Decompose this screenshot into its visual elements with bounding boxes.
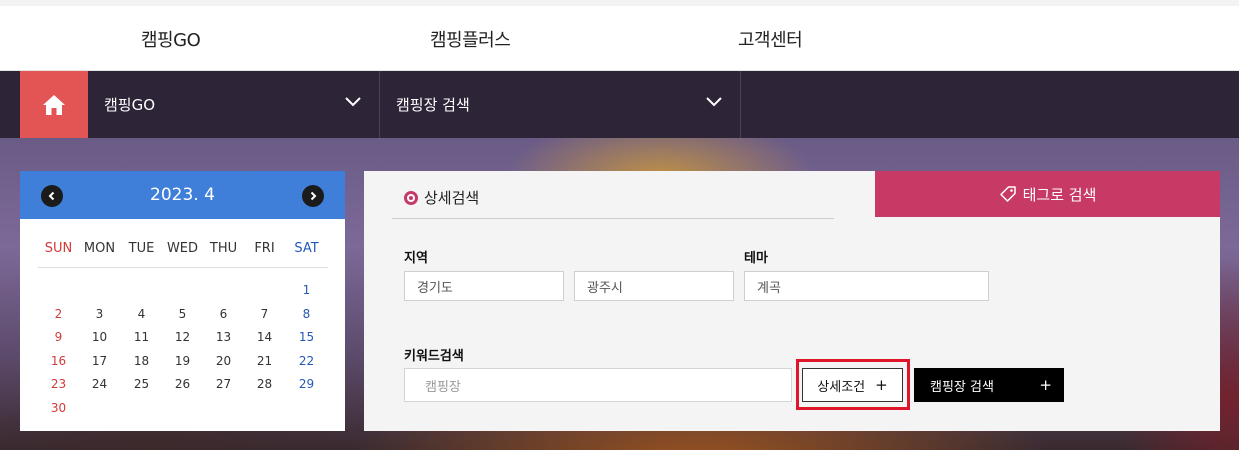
weekday-header: SUN [44, 241, 73, 256]
calendar-day[interactable]: 7 [244, 307, 285, 321]
calendar-day[interactable]: 29 [286, 377, 327, 391]
calendar-day[interactable]: 15 [286, 330, 327, 344]
calendar-day[interactable]: 1 [286, 283, 327, 297]
calendar-day[interactable]: 23 [38, 377, 79, 391]
location-dropdown-1[interactable]: 캠핑GO [88, 71, 380, 138]
theme-label: 테마 [744, 251, 768, 266]
calendar-day[interactable]: 16 [38, 354, 79, 368]
calendar-day[interactable]: 4 [121, 307, 162, 321]
weekday-header: SAT [294, 241, 319, 256]
calendar-day[interactable]: 19 [162, 354, 203, 368]
chevron-down-icon [345, 97, 361, 107]
tab-detail-search[interactable]: 상세검색 [404, 187, 479, 208]
calendar-next-button[interactable] [302, 185, 324, 207]
weekday-header: MON [83, 241, 116, 256]
calendar-day[interactable]: 27 [203, 377, 244, 391]
location-dropdown-2[interactable]: 캠핑장 검색 [380, 71, 741, 138]
tab-tag-search[interactable]: 태그로 검색 [875, 171, 1220, 217]
calendar-day[interactable]: 26 [162, 377, 203, 391]
keyword-label: 키워드검색 [404, 349, 464, 364]
location-dropdown-1-label: 캠핑GO [104, 96, 156, 114]
radio-icon [404, 190, 418, 205]
weekday-header: TUE [128, 241, 155, 256]
top-nav: 캠핑GO 캠핑플러스 고객센터 [0, 0, 1239, 71]
camping-search-label: 캠핑장 검색 [930, 379, 994, 395]
calendar-day[interactable]: 24 [79, 377, 120, 391]
search-panel: 상세검색 태그로 검색 지역 경기도 광주시 테마 계곡 키워드검색 캠핑장 상… [364, 171, 1220, 431]
calendar-day[interactable]: 17 [79, 354, 120, 368]
calendar: 2023. 4 SUN MON TUE WED THU FRI SAT 1 2 3 4 5 6 7 8 9 10… [20, 171, 345, 431]
calendar-divider [38, 267, 328, 268]
home-icon [43, 94, 65, 115]
calendar-day[interactable]: 8 [286, 307, 327, 321]
weekday-header: THU [209, 241, 238, 256]
calendar-day[interactable]: 14 [244, 330, 285, 344]
region-province-select[interactable]: 경기도 [404, 271, 564, 301]
chevron-down-icon [706, 97, 722, 107]
camping-search-button[interactable]: 캠핑장 검색 + [914, 368, 1064, 402]
top-nav-camping-go[interactable]: 캠핑GO [141, 26, 201, 52]
calendar-day[interactable]: 2 [38, 307, 79, 321]
top-nav-customer-center[interactable]: 고객센터 [738, 26, 803, 52]
location-dropdown-2-label: 캠핑장 검색 [396, 96, 470, 114]
region-city-select[interactable]: 광주시 [574, 271, 734, 301]
calendar-day[interactable]: 30 [38, 401, 79, 415]
tab-tag-search-label: 태그로 검색 [1022, 185, 1097, 204]
calendar-title: 2023. 4 [150, 185, 215, 205]
plus-icon: + [1039, 376, 1052, 394]
calendar-day[interactable]: 13 [203, 330, 244, 344]
home-button[interactable] [20, 71, 88, 138]
chevron-right-icon [310, 191, 317, 201]
calendar-day[interactable]: 20 [203, 354, 244, 368]
calendar-day[interactable]: 18 [121, 354, 162, 368]
calendar-day[interactable]: 3 [79, 307, 120, 321]
calendar-day[interactable]: 9 [38, 330, 79, 344]
weekday-header: WED [166, 241, 199, 256]
calendar-day[interactable]: 25 [121, 377, 162, 391]
location-bar: 캠핑GO 캠핑장 검색 [0, 71, 1239, 138]
tag-icon [999, 186, 1016, 202]
calendar-day[interactable]: 22 [286, 354, 327, 368]
weekday-header: FRI [254, 241, 275, 256]
theme-select[interactable]: 계곡 [744, 271, 989, 301]
keyword-input[interactable]: 캠핑장 [404, 368, 792, 402]
calendar-day[interactable]: 12 [162, 330, 203, 344]
calendar-day[interactable]: 5 [162, 307, 203, 321]
detail-conditions-button[interactable]: 상세조건 + [802, 368, 903, 402]
region-label: 지역 [404, 251, 428, 266]
plus-icon: + [875, 376, 888, 394]
tab-underline [392, 218, 834, 219]
calendar-day[interactable]: 28 [244, 377, 285, 391]
calendar-day[interactable]: 10 [79, 330, 120, 344]
detail-conditions-label: 상세조건 [817, 379, 866, 395]
tab-detail-search-label: 상세검색 [424, 189, 480, 207]
calendar-header: 2023. 4 [20, 171, 345, 219]
top-nav-camping-plus[interactable]: 캠핑플러스 [430, 26, 511, 52]
calendar-day[interactable]: 11 [121, 330, 162, 344]
calendar-day[interactable]: 21 [244, 354, 285, 368]
calendar-day[interactable]: 6 [203, 307, 244, 321]
